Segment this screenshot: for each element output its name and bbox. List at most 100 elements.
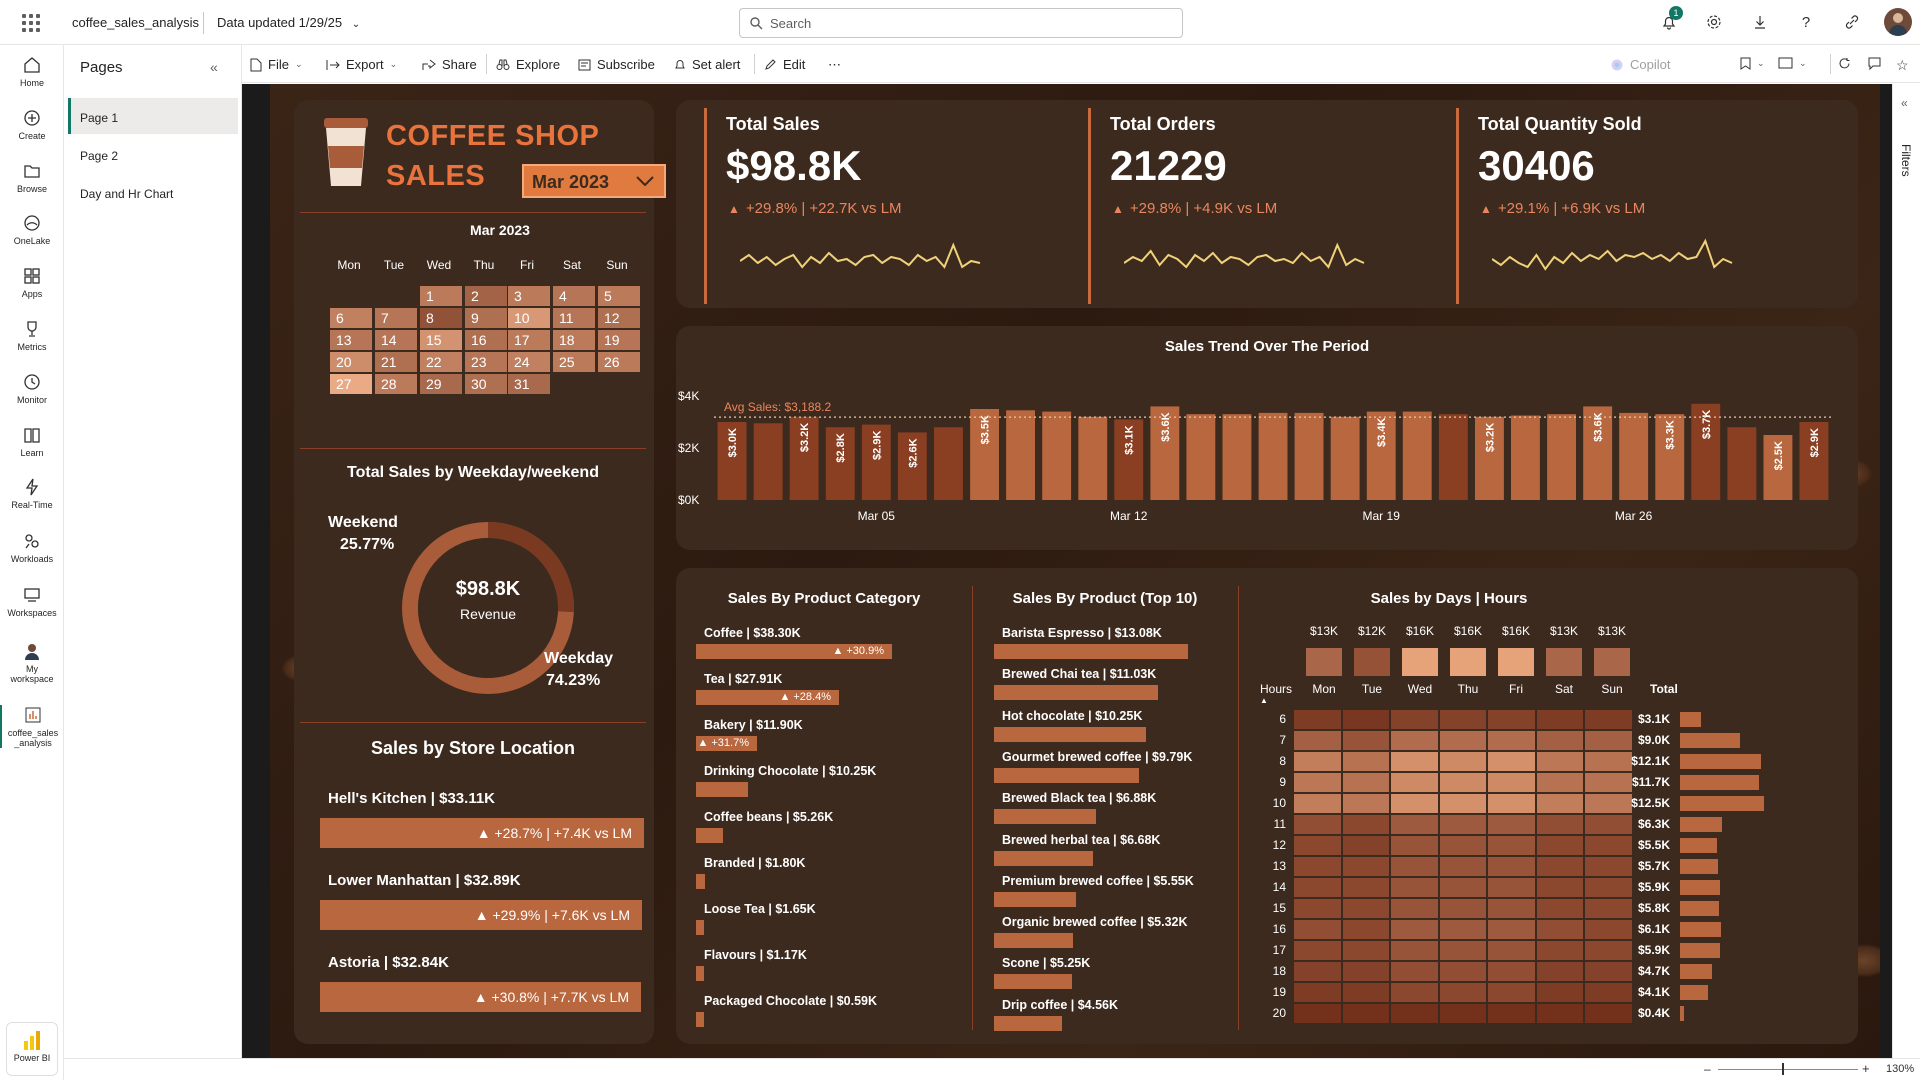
heatmap-cell[interactable] [1294, 962, 1341, 981]
day-total-box[interactable] [1594, 648, 1630, 676]
page-tab-1[interactable]: Page 1 [68, 98, 238, 134]
product-bar[interactable] [994, 851, 1093, 866]
heatmap-cell[interactable] [1536, 878, 1583, 897]
heatmap-cell[interactable] [1391, 941, 1438, 960]
heatmap-cell[interactable] [1391, 857, 1438, 876]
heatmap-cell[interactable] [1342, 815, 1389, 834]
hour-total-bar[interactable] [1680, 817, 1722, 832]
rail-item-workspaces[interactable]: Workspaces [0, 585, 64, 618]
heatmap-cell[interactable] [1536, 815, 1583, 834]
heatmap-cell[interactable] [1536, 1004, 1583, 1023]
heatmap-cell[interactable] [1488, 710, 1535, 729]
hour-total-bar[interactable] [1680, 754, 1761, 769]
page-tab-2[interactable]: Page 2 [68, 136, 238, 172]
heatmap-cell[interactable] [1439, 878, 1486, 897]
trend-bar[interactable] [1547, 414, 1576, 500]
trend-bar[interactable] [1042, 411, 1072, 500]
heatmap-cell[interactable] [1488, 794, 1535, 813]
heatmap-cell[interactable] [1342, 857, 1389, 876]
edit-button[interactable]: Edit [764, 57, 805, 72]
collapse-pages-icon[interactable]: « [210, 59, 218, 75]
rail-item-learn[interactable]: Learn [0, 425, 64, 458]
filters-pane[interactable]: « Filters [1892, 84, 1920, 1058]
trend-bar[interactable] [1438, 414, 1468, 500]
calendar-day[interactable]: 29 [420, 374, 462, 394]
calendar-day[interactable]: 22 [420, 352, 462, 372]
category-bar[interactable]: ▲ +28.4% [696, 690, 839, 705]
heatmap-cell[interactable] [1536, 941, 1583, 960]
trend-bar[interactable] [1222, 414, 1252, 500]
heatmap-cell[interactable] [1488, 836, 1535, 855]
trend-bar[interactable] [934, 427, 963, 500]
category-bar[interactable] [696, 782, 748, 797]
heatmap-cell[interactable] [1488, 731, 1535, 750]
heatmap-cell[interactable] [1391, 962, 1438, 981]
heatmap-cell[interactable] [1536, 752, 1583, 771]
zoom-slider[interactable] [1718, 1069, 1858, 1070]
heatmap-cell[interactable] [1439, 710, 1486, 729]
heatmap-cell[interactable] [1536, 857, 1583, 876]
heatmap-cell[interactable] [1439, 983, 1486, 1002]
category-bar[interactable] [696, 966, 704, 981]
heatmap-cell[interactable] [1342, 752, 1389, 771]
heatmap-cell[interactable] [1294, 731, 1341, 750]
heatmap-cell[interactable] [1536, 836, 1583, 855]
user-avatar[interactable] [1884, 8, 1912, 36]
copilot-button[interactable]: Copilot [1610, 57, 1670, 72]
hours-sort-icon[interactable]: ▲ [1260, 696, 1268, 705]
month-slicer[interactable]: Mar 2023 [522, 164, 666, 198]
calendar-day[interactable]: 6 [330, 308, 372, 328]
hour-total-bar[interactable] [1680, 859, 1718, 874]
heatmap-cell[interactable] [1342, 941, 1389, 960]
rail-item-workloads[interactable]: Workloads [0, 531, 64, 564]
rail-item-onelake[interactable]: OneLake [0, 213, 64, 246]
heatmap-cell[interactable] [1391, 836, 1438, 855]
expand-filters-icon[interactable]: « [1901, 96, 1908, 110]
export-menu[interactable]: Export ⌄ [326, 57, 397, 72]
heatmap-cell[interactable] [1488, 920, 1535, 939]
category-bar[interactable] [696, 874, 705, 889]
heatmap-cell[interactable] [1391, 773, 1438, 792]
store-bar[interactable]: ▲ +28.7% | +7.4K vs LM [320, 818, 644, 848]
heatmap-cell[interactable] [1391, 731, 1438, 750]
notifications-button[interactable]: 1 [1655, 6, 1683, 34]
heatmap-cell[interactable] [1439, 1004, 1486, 1023]
rail-item-browse[interactable]: Browse [0, 161, 64, 194]
heatmap-cell[interactable] [1439, 920, 1486, 939]
zoom-in-button[interactable]: + [1862, 1061, 1870, 1076]
heatmap-cell[interactable] [1294, 983, 1341, 1002]
set-alert-button[interactable]: Set alert [674, 57, 740, 72]
refresh-button[interactable] [1838, 57, 1851, 70]
trend-bar[interactable] [1258, 412, 1288, 500]
heatmap-cell[interactable] [1342, 773, 1389, 792]
download-button[interactable] [1746, 10, 1774, 34]
product-bar[interactable] [994, 685, 1158, 700]
rail-item--analysis[interactable]: coffee_sales _analysis [0, 705, 64, 748]
heatmap-cell[interactable] [1488, 941, 1535, 960]
category-bar[interactable]: ▲ +31.7% [696, 736, 757, 751]
hour-total-bar[interactable] [1680, 922, 1721, 937]
hour-total-bar[interactable] [1680, 733, 1740, 748]
rail-item-create[interactable]: Create [0, 108, 64, 141]
heatmap-cell[interactable] [1536, 920, 1583, 939]
calendar-day[interactable]: 10 [508, 308, 550, 328]
heatmap-cell[interactable] [1439, 899, 1486, 918]
trend-bar[interactable] [1078, 416, 1108, 500]
heatmap-cell[interactable] [1439, 836, 1486, 855]
heatmap-cell[interactable] [1536, 731, 1583, 750]
calendar-day[interactable]: 1 [420, 286, 462, 306]
product-bar[interactable] [994, 644, 1188, 659]
category-bar[interactable] [696, 828, 723, 843]
search-input[interactable]: Search [739, 8, 1183, 38]
bookmark-button[interactable]: ⌄ [1740, 57, 1765, 70]
heatmap-cell[interactable] [1391, 899, 1438, 918]
heatmap-cell[interactable] [1294, 710, 1341, 729]
heatmap-cell[interactable] [1439, 794, 1486, 813]
calendar-day[interactable]: 26 [598, 352, 640, 372]
calendar-day[interactable]: 20 [330, 352, 372, 372]
view-button[interactable]: ⌄ [1778, 57, 1807, 69]
calendar-day[interactable]: 11 [553, 308, 595, 328]
hour-total-bar[interactable] [1680, 901, 1719, 916]
trend-bar[interactable] [1402, 411, 1432, 500]
heatmap-cell[interactable] [1391, 815, 1438, 834]
